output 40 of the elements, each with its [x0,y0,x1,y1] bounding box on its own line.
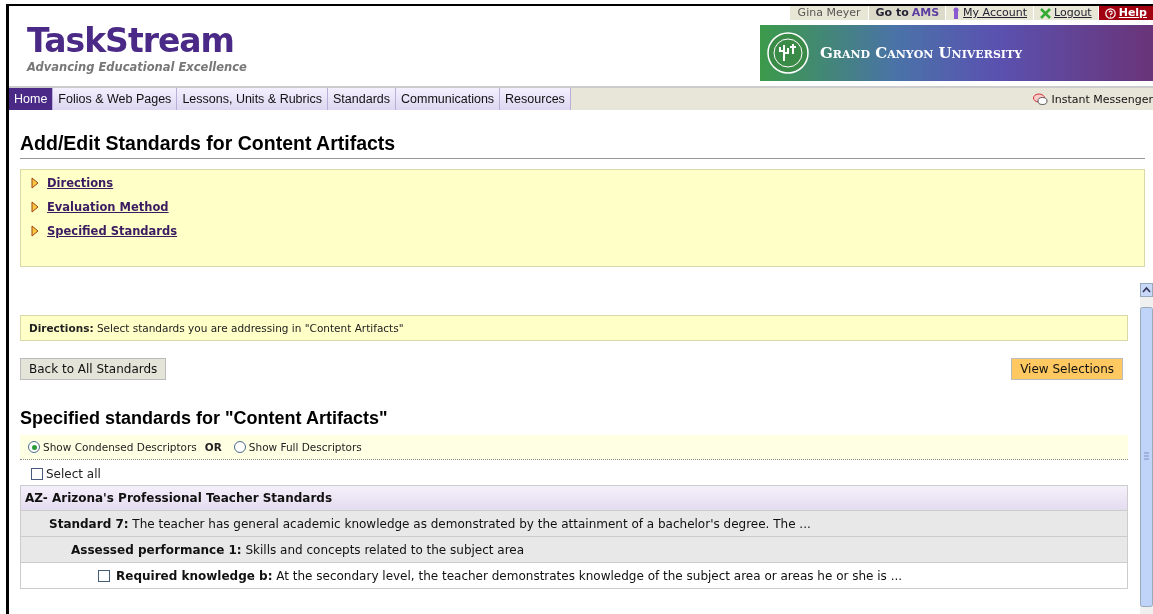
view-selections-button[interactable]: View Selections [1011,358,1123,380]
logo-tagline: Advancing Educational Excellence [27,60,247,74]
triangle-icon [31,177,39,189]
standard-row: Standard 7: The teacher has general academic knowledge as demonstrated by the attainment of a bachelor's degree. The ... [20,511,1128,537]
nav-tab[interactable]: Home [9,88,54,110]
x-mark-icon [1040,7,1051,19]
section-link[interactable]: Evaluation Method [31,200,169,214]
question-icon [1104,7,1116,19]
triangle-icon [31,201,39,213]
directions-bar: Directions: Select standards you are addressing in "Content Artifacts" [20,315,1128,341]
nav-tab[interactable]: Communications [396,88,501,110]
section-heading: Specified standards for "Content Artifacts" [20,408,389,429]
nav-tab[interactable]: Lessons, Units & Rubrics [177,88,328,110]
speech-bubbles-icon [1033,92,1049,106]
nav-tab[interactable]: Folios & Web Pages [53,88,178,110]
nav-tab[interactable]: Standards [328,88,396,110]
section-link[interactable]: Specified Standards [31,224,178,238]
person-icon [952,7,961,19]
or-label: OR [204,441,222,453]
standard-row[interactable]: Required knowledge b: At the secondary level, the teacher demonstrates knowledge of the subject area or areas he or she is ... [20,563,1128,589]
section-link[interactable]: Directions [31,176,114,190]
help-link[interactable]: Help [1097,6,1153,20]
logout-link[interactable]: Logout [1033,6,1098,20]
page-title: Add/Edit Standards for Content Artifacts [20,132,1145,159]
triangle-icon [31,225,39,237]
group-row: AZ- Arizona's Professional Teacher Standards [20,485,1128,511]
ams-link[interactable]: Go to AMS [868,6,946,20]
university-banner: Grand Canyon University [760,25,1153,81]
nav-tab[interactable]: Resources [500,88,571,110]
seal-icon [766,31,810,75]
account-link[interactable]: My Account [945,6,1033,20]
descriptor-radio[interactable]: Show Full Descriptors [233,441,362,453]
logo-wordmark: TaskStream [27,22,235,60]
select-all-checkbox[interactable]: Select all [31,467,1128,481]
back-button[interactable]: Back to All Standards [20,358,167,380]
user-name: Gina Meyer [789,6,869,20]
scroll-up-icon[interactable] [1140,283,1153,297]
messenger-link[interactable]: Instant Messenger [1033,92,1153,106]
descriptor-radio[interactable]: Show Condensed Descriptors [28,441,197,453]
standard-row: Assessed performance 1: Skills and concepts related to the subject area [20,537,1128,563]
